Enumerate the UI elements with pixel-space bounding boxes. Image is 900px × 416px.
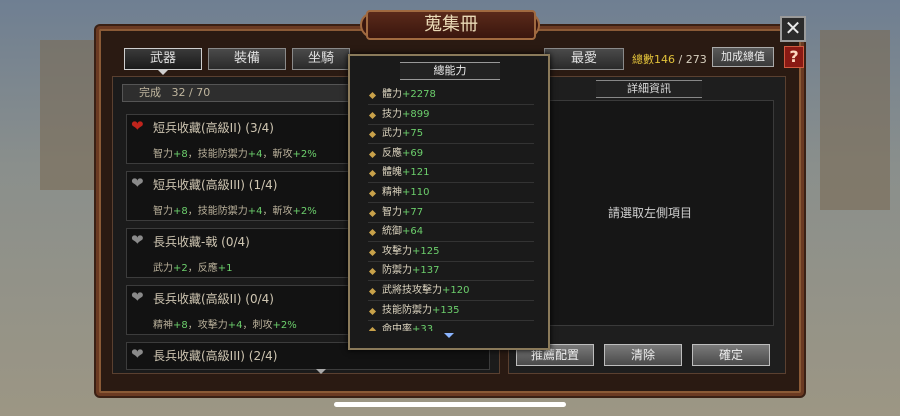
bullet-icon (368, 170, 377, 178)
stat-value: +69 (402, 147, 424, 159)
stat-row: 武將技攻擊力+120 (368, 282, 534, 301)
stat-value: +33 (412, 324, 434, 332)
home-indicator[interactable] (334, 402, 566, 407)
stat-value: +77 (402, 206, 424, 218)
stat-row: 技能防禦力+135 (368, 302, 534, 321)
favorite-heart-icon[interactable]: ❤ (131, 231, 144, 249)
stat-value: +121 (402, 167, 430, 179)
favorite-heart-icon[interactable]: ❤ (131, 174, 144, 192)
stat-label: 體魄 (382, 167, 402, 179)
bullet-icon (368, 111, 377, 119)
total-count: 總數146 / 273 (632, 51, 707, 67)
popup-scroll-indicator-icon (444, 333, 454, 338)
completion-progress: 完成 32 / 70 (122, 84, 350, 102)
active-tab-indicator (158, 70, 168, 75)
stat-value: +135 (432, 304, 460, 316)
favorite-heart-icon[interactable]: ❤ (131, 345, 144, 363)
stat-label: 智力 (382, 206, 402, 218)
window-title: 蒐集冊 (366, 10, 536, 40)
stat-row: 命中率+33 (368, 321, 534, 332)
stat-row: 智力+77 (368, 204, 534, 223)
collection-name: 長兵收藏-戟 (0/4) (153, 235, 250, 249)
stat-label: 反應 (382, 147, 402, 159)
stat-label: 防禦力 (382, 265, 412, 277)
stat-value: +125 (412, 245, 440, 257)
bullet-icon (368, 327, 377, 332)
stat-label: 武將技攻擊力 (382, 285, 442, 296)
stat-row: 體魄+121 (368, 164, 534, 184)
stat-value: +137 (412, 265, 440, 277)
stat-value: +2278 (402, 89, 436, 100)
bullet-icon (368, 268, 377, 276)
stat-row: 技力+899 (368, 106, 534, 125)
bonus-total-button[interactable]: 加成總值 (712, 47, 774, 67)
background-building (820, 30, 890, 210)
bullet-icon (368, 248, 377, 256)
bullet-icon (368, 307, 377, 315)
stat-label: 技力 (382, 108, 402, 120)
stat-label: 精神 (382, 187, 402, 198)
stat-value: +120 (442, 285, 470, 296)
clear-button[interactable]: 清除 (604, 344, 682, 366)
stat-row: 武力+75 (368, 125, 534, 145)
collection-effect: 智力+8，技能防禦力+4，斬攻+2% (153, 206, 317, 217)
bullet-icon (368, 131, 377, 139)
bullet-icon (368, 189, 377, 198)
stat-row: 攻擊力+125 (368, 243, 534, 262)
detail-title: 詳細資訊 (596, 80, 702, 98)
tab-equipment[interactable]: 裝備 (208, 48, 286, 70)
stat-row: 防禦力+137 (368, 262, 534, 282)
collection-name: 長兵收藏(高級III) (2/4) (153, 349, 278, 363)
stat-label: 體力 (382, 89, 402, 100)
stat-value: +75 (402, 128, 424, 140)
bullet-icon (368, 287, 377, 296)
stat-row: 體力+2278 (368, 86, 534, 105)
stat-label: 攻擊力 (382, 245, 412, 257)
collection-name: 短兵收藏(高級III) (1/4) (153, 178, 278, 192)
stat-label: 統御 (382, 226, 402, 238)
collection-name: 短兵收藏(高級II) (3/4) (153, 121, 274, 135)
help-button[interactable]: ? (784, 46, 804, 68)
collection-effect: 武力+2，反應+1 (153, 263, 233, 274)
scroll-down-indicator-icon (316, 369, 326, 374)
bullet-icon (368, 91, 377, 100)
collection-effect: 精神+8，攻擊力+4，刺攻+2% (153, 320, 297, 331)
close-button[interactable]: ✕ (780, 16, 806, 42)
stat-value: +110 (402, 187, 430, 198)
tab-favorites[interactable]: 最愛 (544, 48, 624, 70)
favorite-heart-icon[interactable]: ❤ (131, 288, 144, 306)
confirm-button[interactable]: 確定 (692, 344, 770, 366)
stat-value: +899 (402, 108, 430, 120)
favorite-heart-icon[interactable]: ❤ (131, 117, 144, 135)
stat-row: 精神+110 (368, 184, 534, 203)
stat-row: 統御+64 (368, 223, 534, 243)
background-building (40, 40, 100, 190)
bullet-icon (368, 150, 377, 158)
stat-row: 反應+69 (368, 145, 534, 164)
popup-title: 總能力 (400, 62, 500, 80)
total-value: 146 (654, 53, 675, 66)
progress-value: 32 / 70 (171, 86, 211, 99)
tab-weapons[interactable]: 武器 (124, 48, 202, 70)
progress-label: 完成 (139, 86, 161, 99)
tab-mounts[interactable]: 坐騎 (292, 48, 350, 70)
collection-name: 長兵收藏(高級II) (0/4) (153, 292, 274, 306)
stat-label: 命中率 (382, 324, 412, 332)
detail-hint: 請選取左側項目 (608, 206, 693, 220)
bullet-icon (368, 209, 377, 217)
collection-effect: 智力+8，技能防禦力+4，斬攻+2% (153, 149, 317, 160)
total-max: / 273 (678, 53, 707, 66)
bullet-icon (368, 229, 377, 237)
stat-value: +64 (402, 226, 424, 238)
total-label: 總數 (632, 53, 654, 66)
stat-label: 技能防禦力 (382, 304, 432, 316)
stat-label: 武力 (382, 128, 402, 140)
